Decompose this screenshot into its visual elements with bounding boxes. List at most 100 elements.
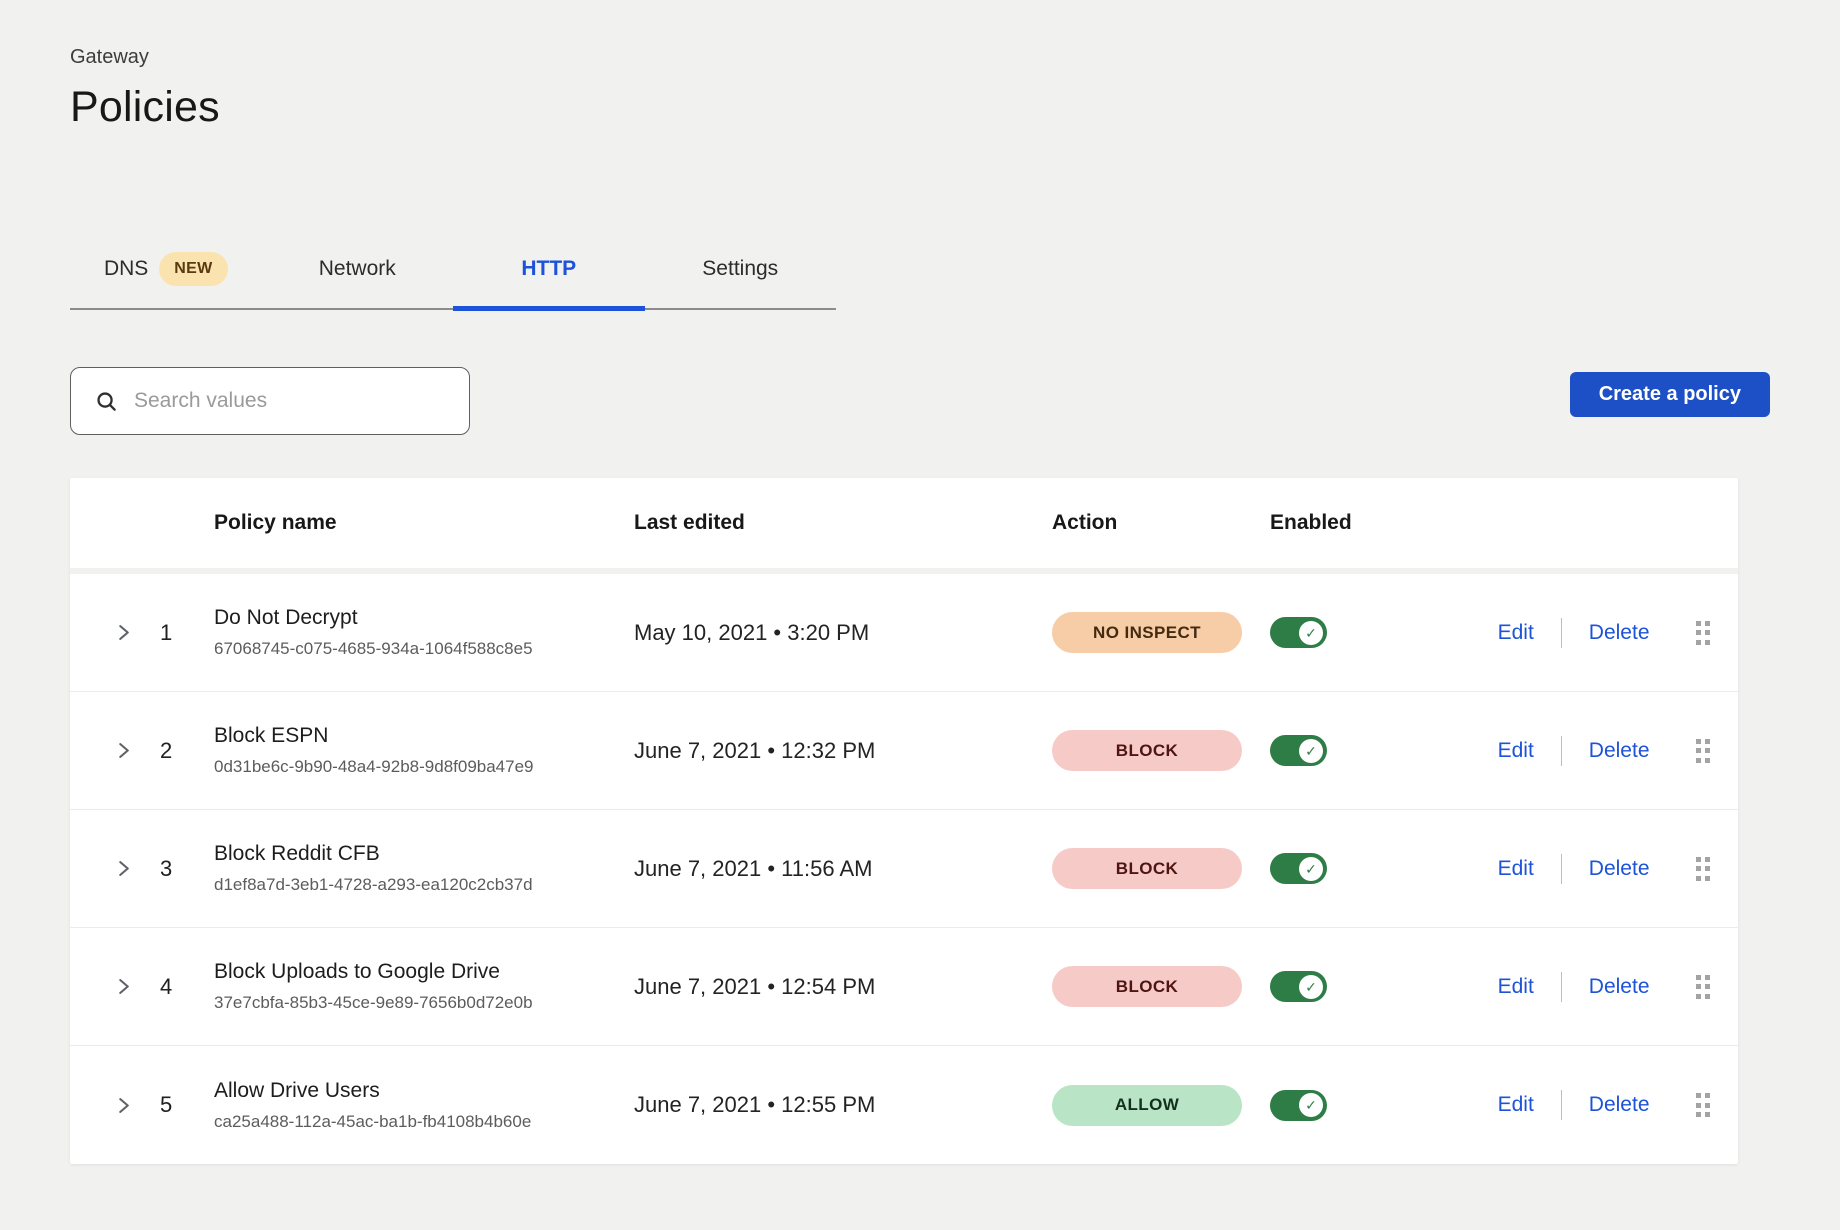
tab-bar: DNS NEW Network HTTP Settings (70, 230, 836, 310)
policy-name-cell: Allow Drive Users ca25a488-112a-45ac-ba1… (214, 1079, 634, 1132)
action-cell: BLOCK (1052, 730, 1270, 771)
policy-uuid: ca25a488-112a-45ac-ba1b-fb4108b4b60e (214, 1112, 634, 1132)
tab-dns-label: DNS (104, 257, 148, 281)
delete-link[interactable]: Delete (1589, 1093, 1650, 1117)
column-policy-name: Policy name (214, 511, 634, 535)
drag-handle-icon[interactable] (1696, 1093, 1711, 1117)
row-number: 3 (152, 856, 214, 882)
expand-row-button[interactable] (94, 1097, 152, 1114)
policy-name-cell: Block Uploads to Google Drive 37e7cbfa-8… (214, 960, 634, 1013)
tab-network-label: Network (319, 257, 396, 281)
tab-http-label: HTTP (521, 257, 576, 281)
chevron-right-icon (115, 860, 132, 877)
enabled-toggle[interactable]: ✓ (1270, 971, 1327, 1002)
policy-name: Do Not Decrypt (214, 606, 634, 630)
chevron-right-icon (115, 742, 132, 759)
enabled-cell: ✓ (1270, 617, 1466, 648)
enabled-toggle[interactable]: ✓ (1270, 735, 1327, 766)
column-last-edited: Last edited (634, 511, 1052, 535)
tab-settings-label: Settings (702, 257, 778, 281)
enabled-cell: ✓ (1270, 735, 1466, 766)
policy-uuid: 67068745-c075-4685-934a-1064f588c8e5 (214, 639, 634, 659)
delete-link[interactable]: Delete (1589, 857, 1650, 881)
policy-uuid: 37e7cbfa-85b3-45ce-9e89-7656b0d72e0b (214, 993, 634, 1013)
table-body: 1 Do Not Decrypt 67068745-c075-4685-934a… (70, 574, 1738, 1164)
tab-network[interactable]: Network (262, 230, 454, 308)
tab-dns[interactable]: DNS NEW (70, 230, 262, 308)
toggle-check-icon: ✓ (1299, 857, 1323, 881)
breadcrumb: Gateway (70, 0, 1770, 69)
table-row: 1 Do Not Decrypt 67068745-c075-4685-934a… (70, 574, 1738, 692)
last-edited: June 7, 2021 • 12:32 PM (634, 738, 1052, 764)
policy-uuid: d1ef8a7d-3eb1-4728-a293-ea120c2cb37d (214, 875, 634, 895)
last-edited: June 7, 2021 • 11:56 AM (634, 856, 1052, 882)
expand-row-button[interactable] (94, 860, 152, 877)
page-title: Policies (70, 83, 1770, 132)
table-header-row: Policy name Last edited Action Enabled (70, 478, 1738, 574)
search-icon (95, 390, 118, 413)
gateway-policies-page: Gateway Policies DNS NEW Network HTTP Se… (0, 0, 1840, 1164)
edit-link[interactable]: Edit (1498, 975, 1534, 999)
search-input[interactable] (134, 389, 451, 413)
column-action: Action (1052, 511, 1270, 535)
action-badge: NO INSPECT (1052, 612, 1242, 653)
table-row: 4 Block Uploads to Google Drive 37e7cbfa… (70, 928, 1738, 1046)
chevron-right-icon (115, 624, 132, 641)
delete-link[interactable]: Delete (1589, 975, 1650, 999)
enabled-toggle[interactable]: ✓ (1270, 617, 1327, 648)
drag-handle-icon[interactable] (1696, 857, 1711, 881)
chevron-right-icon (115, 1097, 132, 1114)
row-number: 1 (152, 620, 214, 646)
edit-link[interactable]: Edit (1498, 1093, 1534, 1117)
row-number: 4 (152, 974, 214, 1000)
new-badge: NEW (159, 252, 227, 286)
drag-handle-icon[interactable] (1696, 621, 1711, 645)
tab-settings[interactable]: Settings (645, 230, 837, 308)
action-badge: BLOCK (1052, 730, 1242, 771)
action-cell: NO INSPECT (1052, 612, 1270, 653)
drag-handle-icon[interactable] (1696, 739, 1711, 763)
drag-handle-icon[interactable] (1696, 975, 1711, 999)
column-enabled: Enabled (1270, 511, 1466, 535)
tab-http[interactable]: HTTP (453, 230, 645, 308)
policy-name-cell: Do Not Decrypt 67068745-c075-4685-934a-1… (214, 606, 634, 659)
policy-name-cell: Block ESPN 0d31be6c-9b90-48a4-92b8-9d8f0… (214, 724, 634, 777)
toggle-check-icon: ✓ (1299, 621, 1323, 645)
row-actions: Edit Delete (1466, 972, 1710, 1002)
edit-link[interactable]: Edit (1498, 857, 1534, 881)
search-box (70, 367, 470, 435)
action-cell: BLOCK (1052, 966, 1270, 1007)
policies-table: Policy name Last edited Action Enabled 1… (70, 478, 1738, 1164)
table-row: 3 Block Reddit CFB d1ef8a7d-3eb1-4728-a2… (70, 810, 1738, 928)
enabled-toggle[interactable]: ✓ (1270, 853, 1327, 884)
enabled-cell: ✓ (1270, 1090, 1466, 1121)
policy-name: Allow Drive Users (214, 1079, 634, 1103)
row-actions: Edit Delete (1466, 618, 1710, 648)
expand-row-button[interactable] (94, 978, 152, 995)
row-actions: Edit Delete (1466, 854, 1710, 884)
table-row: 5 Allow Drive Users ca25a488-112a-45ac-b… (70, 1046, 1738, 1164)
toggle-check-icon: ✓ (1299, 975, 1323, 999)
action-badge: ALLOW (1052, 1085, 1242, 1126)
policy-name: Block ESPN (214, 724, 634, 748)
policy-uuid: 0d31be6c-9b90-48a4-92b8-9d8f09ba47e9 (214, 757, 634, 777)
edit-link[interactable]: Edit (1498, 739, 1534, 763)
toggle-check-icon: ✓ (1299, 1093, 1323, 1117)
chevron-right-icon (115, 978, 132, 995)
delete-link[interactable]: Delete (1589, 621, 1650, 645)
enabled-cell: ✓ (1270, 971, 1466, 1002)
expand-row-button[interactable] (94, 624, 152, 641)
last-edited: June 7, 2021 • 12:55 PM (634, 1092, 1052, 1118)
policy-name: Block Reddit CFB (214, 842, 634, 866)
divider (1561, 618, 1562, 648)
enabled-toggle[interactable]: ✓ (1270, 1090, 1327, 1121)
last-edited: June 7, 2021 • 12:54 PM (634, 974, 1052, 1000)
action-cell: BLOCK (1052, 848, 1270, 889)
row-number: 2 (152, 738, 214, 764)
expand-row-button[interactable] (94, 742, 152, 759)
table-row: 2 Block ESPN 0d31be6c-9b90-48a4-92b8-9d8… (70, 692, 1738, 810)
row-actions: Edit Delete (1466, 1090, 1710, 1120)
edit-link[interactable]: Edit (1498, 621, 1534, 645)
delete-link[interactable]: Delete (1589, 739, 1650, 763)
create-policy-button[interactable]: Create a policy (1570, 372, 1770, 417)
